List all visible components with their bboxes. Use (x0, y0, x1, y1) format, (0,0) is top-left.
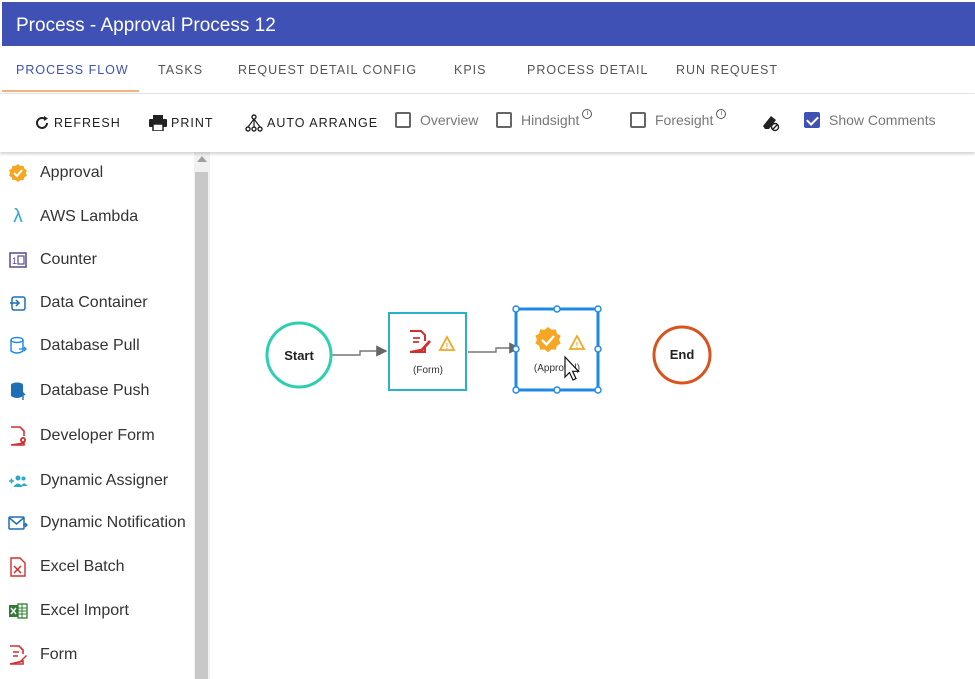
palette-item-developer-form[interactable]: Developer Form (0, 418, 194, 454)
palette-item-excel-batch[interactable]: Excel Batch (0, 549, 194, 585)
approval-node[interactable]: ! (Approval) (512, 305, 602, 394)
hindsight-info-icon[interactable]: i (582, 109, 593, 119)
flow-canvas[interactable]: Start ! (Form) ! (Approval) End (210, 152, 975, 679)
dynamic-notification-icon (8, 513, 28, 533)
start-node[interactable]: Start (265, 321, 333, 389)
excel-batch-icon (8, 557, 28, 577)
svg-text:1: 1 (12, 256, 17, 266)
tab-tasks[interactable]: TASKS (158, 63, 203, 77)
show-comments-label: Show Comments (829, 112, 936, 128)
overview-label: Overview (420, 112, 479, 128)
palette-item-label: Excel Batch (40, 558, 125, 575)
printer-icon (149, 115, 167, 131)
foresight-checkbox[interactable]: Foresight i (630, 109, 727, 128)
tab-run-request[interactable]: RUN REQUEST (676, 63, 778, 77)
connector-start-to-form[interactable] (332, 345, 388, 357)
developer-form-icon (8, 426, 28, 446)
form-node-label: (Form) (413, 365, 443, 376)
clear-comments-button[interactable] (760, 112, 780, 132)
palette-item-label: Form (40, 646, 78, 663)
foresight-label: Foresight (655, 112, 714, 128)
sidebar-scrollbar-thumb[interactable] (195, 172, 208, 679)
tab-bar: PROCESS FLOW TASKS REQUEST DETAIL CONFIG… (0, 46, 975, 94)
auto-arrange-label: AUTO ARRANGE (267, 116, 379, 130)
database-pull-icon (8, 336, 28, 356)
counter-icon: 1 (8, 250, 28, 270)
warning-glyph: ! (446, 342, 449, 351)
palette-item-database-push[interactable]: Database Push (0, 373, 194, 409)
palette-item-label: Dynamic Assigner (40, 472, 169, 489)
warning-glyph: ! (576, 341, 579, 350)
excel-import-icon (8, 601, 28, 621)
show-comments-checkbox-box[interactable] (804, 112, 820, 128)
approval-badge-icon (8, 163, 28, 183)
end-node[interactable]: End (652, 325, 712, 385)
form-node[interactable]: ! (Form) (388, 312, 467, 391)
palette-item-aws-lambda[interactable]: λ AWS Lambda (0, 199, 194, 235)
flow-diagram: Start ! (Form) ! (Approval) End (265, 305, 712, 394)
hindsight-checkbox-box[interactable] (496, 112, 512, 128)
dynamic-assigner-icon (8, 471, 28, 491)
refresh-button[interactable]: REFRESH (34, 113, 121, 133)
overview-checkbox[interactable]: Overview (395, 112, 478, 128)
palette-item-label: Approval (40, 164, 104, 181)
palette-item-label: Counter (40, 251, 97, 268)
hierarchy-icon (245, 114, 263, 132)
start-node-label: Start (284, 348, 314, 363)
palette-item-approval[interactable]: Approval (0, 155, 194, 191)
tab-kpis[interactable]: KPIS (454, 63, 487, 77)
palette-item-excel-import[interactable]: Excel Import (0, 593, 194, 629)
palette-item-label: Developer Form (40, 427, 155, 444)
tab-request-detail-config[interactable]: REQUEST DETAIL CONFIG (238, 63, 417, 77)
lambda-icon: λ (13, 206, 23, 227)
palette-item-label: Data Container (40, 294, 148, 311)
print-button[interactable]: PRINT (149, 113, 214, 133)
palette-item-form[interactable]: Form (0, 637, 194, 673)
form-icon (8, 645, 28, 665)
palette-item-database-pull[interactable]: Database Pull (0, 328, 194, 364)
overview-checkbox-box[interactable] (395, 112, 411, 128)
data-container-icon (8, 293, 28, 313)
connector-form-to-approval[interactable] (468, 342, 521, 354)
tab-process-flow[interactable]: PROCESS FLOW (16, 63, 129, 77)
palette-item-counter[interactable]: 1 Counter (0, 242, 194, 278)
show-comments-checkbox[interactable]: Show Comments (804, 112, 936, 128)
node-palette: Approval λ AWS Lambda 1 Counter Data Con… (0, 152, 194, 679)
palette-item-label: Excel Import (40, 602, 129, 619)
palette-item-dynamic-assigner[interactable]: Dynamic Assigner (0, 463, 194, 499)
active-tab-indicator (2, 90, 139, 92)
foresight-info-icon[interactable]: i (716, 109, 727, 119)
hindsight-label: Hindsight (521, 112, 580, 128)
palette-item-data-container[interactable]: Data Container (0, 285, 194, 321)
hindsight-checkbox[interactable]: Hindsight i (496, 109, 593, 128)
print-label: PRINT (171, 116, 214, 130)
tab-process-detail[interactable]: PROCESS DETAIL (527, 63, 648, 77)
palette-item-label: Dynamic Notification (40, 514, 186, 531)
palette-item-label: Database Pull (40, 337, 140, 354)
palette-item-dynamic-notification[interactable]: Dynamic Notification (0, 505, 194, 541)
palette-item-label: Database Push (40, 382, 150, 399)
scroll-up-arrow-icon[interactable] (197, 156, 207, 162)
refresh-label: REFRESH (54, 116, 121, 130)
page-title: Process - Approval Process 12 (16, 15, 276, 36)
foresight-checkbox-box[interactable] (630, 112, 646, 128)
palette-item-label: AWS Lambda (40, 208, 139, 225)
eraser-icon (760, 112, 780, 132)
auto-arrange-button[interactable]: AUTO ARRANGE (245, 113, 378, 133)
refresh-icon (34, 115, 50, 131)
toolbar: REFRESH PRINT AUTO ARRANGE Overview Hind… (0, 94, 975, 152)
title-bar: Process - Approval Process 12 (2, 2, 975, 46)
database-push-icon (8, 381, 28, 401)
end-node-label: End (670, 347, 695, 362)
